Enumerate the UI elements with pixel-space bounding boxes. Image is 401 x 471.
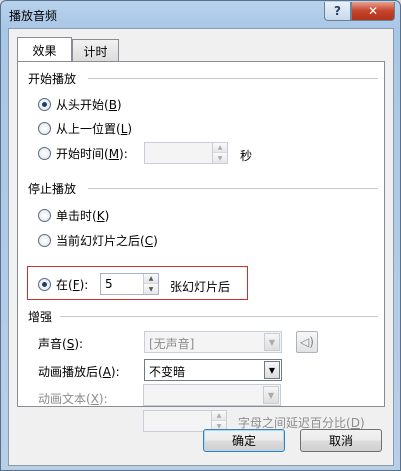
stop-after-current-slide-option[interactable]: 当前幻灯片之后(C)	[38, 232, 158, 249]
sound-label-text: 声音(	[38, 337, 67, 351]
start-divider	[88, 78, 378, 79]
spin-up-icon[interactable]: ▲	[212, 411, 226, 421]
enhance-section-heading: 增强	[28, 310, 53, 324]
radio-stop-after-current-slide[interactable]	[38, 234, 51, 247]
animate-text-label-end: ):	[98, 392, 108, 406]
radio-stop-after-slides[interactable]	[38, 278, 51, 291]
radio-start-last-position[interactable]	[38, 122, 51, 135]
chevron-down-icon[interactable]: ▼	[264, 361, 280, 379]
sound-label-end: ):	[74, 337, 84, 351]
letter-delay-label-end: )	[359, 416, 365, 430]
start-time-spin-buttons: ▲ ▼	[212, 143, 227, 163]
chevron-down-icon[interactable]: ▼	[263, 386, 279, 404]
stop-after-slides-unit: 张幻灯片后	[170, 280, 231, 294]
ok-button[interactable]: 确定	[203, 429, 285, 452]
stop-after-slides-value: 5	[105, 277, 113, 291]
letter-delay-label-key: D	[350, 416, 360, 430]
sound-select-value: [无声音]	[149, 337, 195, 351]
after-animation-label: 动画播放后(A):	[38, 363, 120, 380]
sound-select[interactable]: [无声音] ▼	[144, 331, 282, 353]
stop-after-current-slide-label-end: )	[153, 233, 158, 248]
start-time-spinner[interactable]: ▲ ▼	[144, 142, 228, 164]
after-animation-label-key: A	[102, 365, 111, 379]
stop-after-slides-spinner[interactable]: 5 ▲ ▼	[100, 273, 159, 295]
dialog-window: 播放音频 ? ✕ 效果 计时 开始播放 从头开始(B) 从上一位置(L) 开始时…	[0, 0, 401, 471]
dialog-title: 播放音频	[9, 9, 58, 23]
after-animation-value: 不变暗	[149, 365, 186, 379]
stop-section-heading: 停止播放	[28, 182, 77, 196]
stop-after-current-slide-label: 当前幻灯片之后(	[56, 234, 145, 248]
start-time-option[interactable]: 开始时间(M):	[38, 145, 128, 162]
start-time-key: M	[108, 146, 120, 161]
letter-delay-spin-buttons: ▲ ▼	[211, 411, 226, 431]
start-time-label: 开始时间(	[56, 147, 109, 161]
animate-text-label-text: 动画文本(	[38, 392, 91, 406]
start-last-position-label-end: )	[127, 121, 133, 136]
radio-start-time[interactable]	[38, 147, 51, 160]
start-time-label-end: ):	[119, 146, 128, 161]
start-section-heading: 开始播放	[28, 72, 77, 86]
tab-timing[interactable]: 计时	[72, 39, 119, 61]
start-from-last-position-option[interactable]: 从上一位置(L)	[38, 120, 132, 137]
start-beginning-label-end: )	[116, 97, 122, 112]
chevron-down-icon[interactable]: ▼	[264, 333, 280, 351]
close-button[interactable]: ✕	[351, 2, 395, 21]
stop-after-slides-option[interactable]: 在(F):	[38, 276, 88, 293]
animate-text-label-key: X	[90, 392, 99, 406]
effects-tab-page: 开始播放 从头开始(B) 从上一位置(L) 开始时间(M): ▲ ▼ 秒 …	[17, 61, 385, 407]
stop-on-click-label-end: )	[104, 208, 110, 223]
cancel-button[interactable]: 取消	[300, 429, 382, 452]
stop-after-current-slide-key: C	[144, 233, 154, 248]
start-from-beginning-option[interactable]: 从头开始(B)	[38, 96, 122, 113]
stop-on-click-key: K	[96, 208, 105, 223]
dialog-body: 效果 计时 开始播放 从头开始(B) 从上一位置(L) 开始时间(M):	[8, 28, 394, 466]
stop-divider	[88, 188, 378, 189]
after-animation-label-text: 动画播放后(	[38, 365, 103, 379]
radio-stop-on-click[interactable]	[38, 209, 51, 222]
tab-effects[interactable]: 效果	[17, 37, 72, 61]
start-time-unit: 秒	[240, 149, 253, 163]
stop-after-slides-label-end: ):	[79, 277, 89, 292]
start-beginning-label: 从头开始(	[56, 98, 109, 112]
title-bar[interactable]: 播放音频 ? ✕	[1, 1, 400, 28]
stop-on-click-option[interactable]: 单击时(K)	[38, 207, 109, 224]
start-beginning-key: B	[108, 97, 117, 112]
after-animation-label-end: ):	[110, 365, 120, 379]
sound-label: 声音(S):	[38, 335, 83, 352]
stop-after-spin-buttons: ▲ ▼	[143, 274, 158, 294]
start-last-position-key: L	[120, 121, 128, 136]
radio-start-beginning[interactable]	[38, 98, 51, 111]
enhance-divider	[60, 316, 378, 317]
spin-down-icon[interactable]: ▼	[213, 153, 227, 163]
stop-after-slides-label: 在(	[56, 278, 73, 292]
speaker-icon[interactable]: ◁)	[296, 331, 318, 353]
stop-on-click-label: 单击时(	[56, 209, 97, 223]
spin-up-icon[interactable]: ▲	[213, 143, 227, 153]
animate-text-label: 动画文本(X):	[38, 390, 108, 407]
letter-delay-label-text: 字母之间延迟百分比(	[238, 416, 351, 430]
animate-text-select[interactable]: ▼	[143, 384, 281, 406]
after-animation-select[interactable]: 不变暗 ▼	[144, 359, 282, 381]
spin-up-icon[interactable]: ▲	[144, 274, 158, 284]
stop-after-slides-key: F	[72, 277, 80, 292]
help-button[interactable]: ?	[324, 2, 351, 21]
spin-down-icon[interactable]: ▼	[144, 284, 158, 294]
start-last-position-label: 从上一位置(	[56, 122, 121, 136]
